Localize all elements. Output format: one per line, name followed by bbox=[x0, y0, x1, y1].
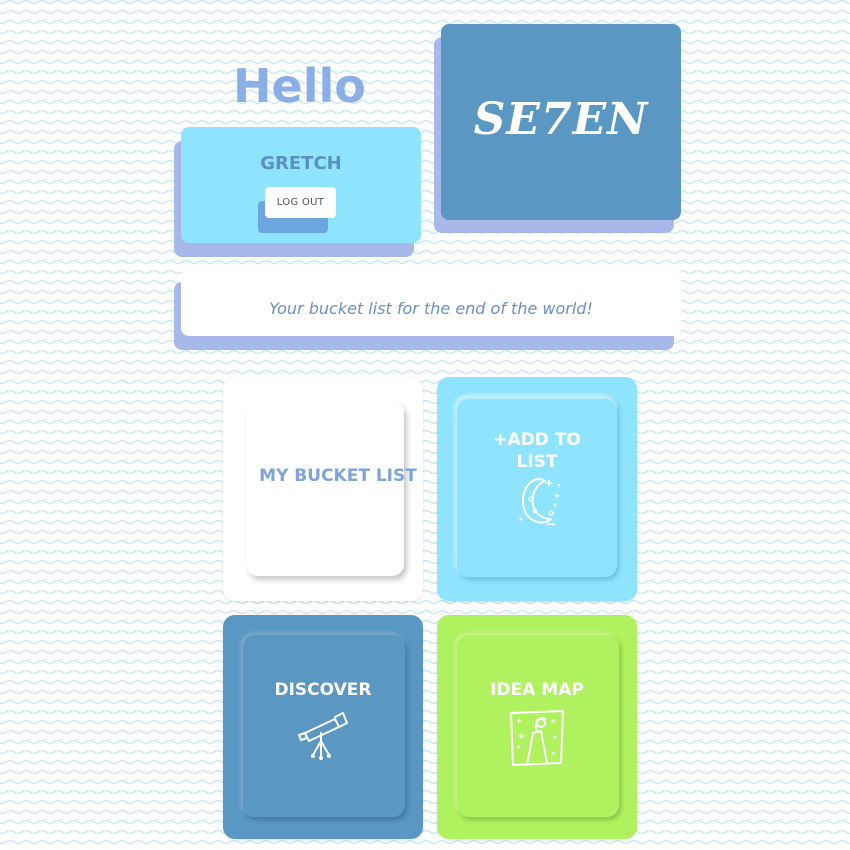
tagline-card: Your bucket list for the end of the worl… bbox=[181, 268, 681, 336]
wave-line bbox=[0, 579, 850, 585]
wave-line bbox=[0, 769, 850, 775]
wave-line bbox=[0, 389, 850, 395]
user-name: GRETCH bbox=[260, 153, 342, 174]
wave-line bbox=[0, 429, 850, 435]
wave-line bbox=[0, 729, 850, 735]
wave-line bbox=[0, 819, 850, 825]
wave-line bbox=[0, 79, 850, 85]
wave-line bbox=[0, 189, 850, 195]
moon-icon bbox=[519, 478, 561, 526]
wave-line bbox=[0, 359, 850, 365]
wave-line bbox=[0, 0, 850, 5]
logout-button[interactable]: LOG OUT bbox=[265, 187, 336, 218]
wave-line bbox=[0, 609, 850, 615]
wave-line bbox=[0, 499, 850, 505]
wave-line bbox=[0, 529, 850, 535]
telescope-icon bbox=[298, 712, 348, 760]
wave-line bbox=[0, 39, 850, 45]
wave-line bbox=[0, 709, 850, 715]
wave-line bbox=[0, 49, 850, 55]
wave-line bbox=[0, 259, 850, 265]
wave-line bbox=[0, 839, 850, 845]
wave-pattern-background bbox=[0, 0, 850, 850]
wave-line bbox=[0, 779, 850, 785]
wave-line bbox=[0, 209, 850, 215]
wave-line bbox=[0, 539, 850, 545]
wave-line bbox=[0, 829, 850, 835]
discover-tile[interactable]: DISCOVER bbox=[223, 615, 423, 839]
wave-line bbox=[0, 789, 850, 795]
wave-line bbox=[0, 69, 850, 75]
my-bucket-list-label: MY BUCKET LIST bbox=[259, 466, 417, 486]
discover-label: DISCOVER bbox=[274, 680, 372, 700]
map-icon bbox=[510, 710, 564, 766]
wave-line bbox=[0, 649, 850, 655]
wave-line bbox=[0, 149, 850, 155]
wave-line bbox=[0, 809, 850, 815]
wave-line bbox=[0, 239, 850, 245]
wave-line bbox=[0, 489, 850, 495]
wave-line bbox=[0, 459, 850, 465]
wave-line bbox=[0, 739, 850, 745]
wave-line bbox=[0, 139, 850, 145]
wave-line bbox=[0, 249, 850, 255]
wave-line bbox=[0, 199, 850, 205]
wave-line bbox=[0, 419, 850, 425]
wave-line bbox=[0, 409, 850, 415]
idea-map-label: IDEA MAP bbox=[490, 680, 584, 700]
wave-line bbox=[0, 59, 850, 65]
my-bucket-list-tile-face bbox=[246, 401, 404, 576]
wave-line bbox=[0, 509, 850, 515]
wave-line bbox=[0, 349, 850, 355]
wave-line bbox=[0, 659, 850, 665]
wave-line bbox=[0, 109, 850, 115]
wave-line bbox=[0, 599, 850, 605]
wave-line bbox=[0, 439, 850, 445]
wave-line bbox=[0, 369, 850, 375]
wave-line bbox=[0, 119, 850, 125]
wave-line bbox=[0, 219, 850, 225]
user-card: GRETCH LOG OUT bbox=[181, 127, 421, 243]
wave-line bbox=[0, 689, 850, 695]
wave-line bbox=[0, 99, 850, 105]
wave-line bbox=[0, 629, 850, 635]
wave-line bbox=[0, 399, 850, 405]
wave-line bbox=[0, 449, 850, 455]
wave-line bbox=[0, 379, 850, 385]
wave-line bbox=[0, 699, 850, 705]
wave-line bbox=[0, 799, 850, 805]
wave-line bbox=[0, 9, 850, 15]
wave-line bbox=[0, 29, 850, 35]
tagline-text: Your bucket list for the end of the worl… bbox=[269, 299, 593, 318]
wave-line bbox=[0, 519, 850, 525]
logo-card: SE7EN bbox=[441, 24, 681, 220]
wave-line bbox=[0, 679, 850, 685]
logo-wordmark: SE7EN bbox=[473, 94, 649, 145]
my-bucket-list-tile[interactable]: MY BUCKET LIST bbox=[223, 377, 423, 601]
wave-line bbox=[0, 549, 850, 555]
add-to-list-label: +ADD TO LIST bbox=[493, 430, 581, 472]
add-to-list-tile[interactable]: +ADD TO LIST bbox=[437, 377, 637, 601]
wave-line bbox=[0, 569, 850, 575]
greeting-heading: Hello bbox=[233, 59, 366, 113]
idea-map-tile[interactable]: IDEA MAP bbox=[437, 615, 637, 839]
wave-line bbox=[0, 759, 850, 765]
wave-line bbox=[0, 639, 850, 645]
wave-line bbox=[0, 589, 850, 595]
wave-line bbox=[0, 719, 850, 725]
wave-line bbox=[0, 169, 850, 175]
wave-line bbox=[0, 619, 850, 625]
wave-line bbox=[0, 229, 850, 235]
wave-line bbox=[0, 89, 850, 95]
wave-line bbox=[0, 179, 850, 185]
wave-line bbox=[0, 749, 850, 755]
wave-line bbox=[0, 559, 850, 565]
wave-line bbox=[0, 669, 850, 675]
wave-line bbox=[0, 129, 850, 135]
wave-line bbox=[0, 19, 850, 25]
wave-line bbox=[0, 159, 850, 165]
